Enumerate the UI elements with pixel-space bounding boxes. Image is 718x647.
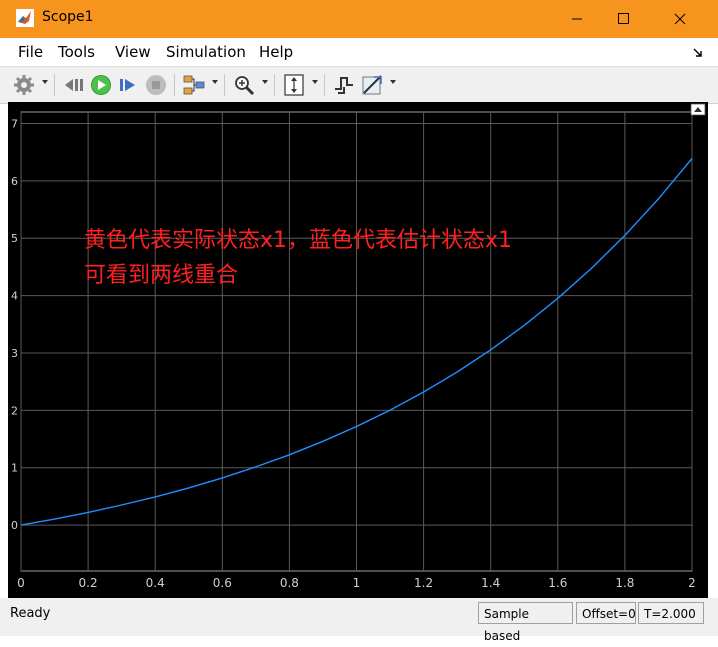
window-title: Scope1 xyxy=(42,9,94,25)
scale-dropdown-arrow[interactable] xyxy=(312,80,318,84)
scope-chart[interactable]: 0 1 2 3 4 5 6 7 0 0.2 0.4 0.6 0.8 1 1.2 1.4 1.6 1.8 2 黄色代… xyxy=(8,102,708,598)
x-tick-label: 0.6 xyxy=(213,576,232,590)
scale-axes-icon[interactable] xyxy=(282,73,306,97)
x-tick-label: 0.2 xyxy=(79,576,98,590)
status-ready: Ready xyxy=(10,606,51,621)
x-tick-label: 1.2 xyxy=(414,576,433,590)
x-tick-label: 1 xyxy=(353,576,361,590)
y-tick-label: 4 xyxy=(11,290,18,303)
trigger-icon[interactable] xyxy=(332,73,356,97)
y-tick-label: 0 xyxy=(11,519,18,532)
menu-help[interactable]: Help xyxy=(259,43,293,61)
stop-icon[interactable] xyxy=(144,73,168,97)
maximize-button[interactable] xyxy=(600,0,646,38)
y-tick-label: 2 xyxy=(11,404,18,417)
toolbar-separator xyxy=(54,74,55,96)
plot-area[interactable]: 0 1 2 3 4 5 6 7 0 0.2 0.4 0.6 0.8 1 1.2 1.4 1.6 1.8 2 黄色代… xyxy=(8,102,708,598)
x-tick-label: 1.4 xyxy=(481,576,500,590)
status-bar: Ready Sample based Offset=0 T=2.000 xyxy=(0,598,718,643)
step-forward-icon[interactable] xyxy=(116,73,140,97)
step-back-icon[interactable] xyxy=(62,73,86,97)
matlab-logo-icon xyxy=(16,9,34,27)
minimize-icon xyxy=(572,18,582,20)
x-tick-label: 1.8 xyxy=(615,576,634,590)
y-tick-label: 7 xyxy=(11,117,18,130)
annotation-line-2: 可看到两线重合 xyxy=(84,263,238,288)
x-tick-label: 0.4 xyxy=(146,576,165,590)
x-tick-label: 0 xyxy=(17,576,25,590)
y-tick-label: 5 xyxy=(11,232,18,245)
menu-tools[interactable]: Tools xyxy=(58,43,95,61)
measurements-icon[interactable] xyxy=(360,73,384,97)
y-axis-ticks: 0 1 2 3 4 5 6 7 xyxy=(11,117,18,532)
x-tick-label: 0.8 xyxy=(280,576,299,590)
status-mode: Sample based xyxy=(478,602,573,643)
y-tick-label: 3 xyxy=(11,347,18,360)
y-tick-label: 6 xyxy=(11,175,18,188)
zoom-dropdown-arrow[interactable] xyxy=(262,80,268,84)
signal-dropdown-arrow[interactable] xyxy=(212,80,218,84)
y-tick-label: 1 xyxy=(11,462,18,475)
zoom-icon[interactable] xyxy=(232,73,256,97)
status-time: T=2.000 xyxy=(638,602,704,624)
gear-icon[interactable] xyxy=(12,73,36,97)
maximize-icon xyxy=(618,13,629,24)
run-icon[interactable] xyxy=(89,73,113,97)
measurements-dropdown-arrow[interactable] xyxy=(390,80,396,84)
menu-simulation[interactable]: Simulation xyxy=(166,43,246,61)
axes-maximize-button[interactable] xyxy=(690,103,706,116)
menu-view[interactable]: View xyxy=(115,43,151,61)
menu-file[interactable]: File xyxy=(18,43,43,61)
x-axis-ticks: 0 0.2 0.4 0.6 0.8 1 1.2 1.4 1.6 1.8 2 xyxy=(17,576,696,590)
signal-selector-icon[interactable] xyxy=(182,73,206,97)
close-button[interactable] xyxy=(656,0,702,38)
status-offset: Offset=0 xyxy=(576,602,636,624)
undock-icon[interactable] xyxy=(692,46,704,58)
toolbar-separator xyxy=(224,74,225,96)
minimize-button[interactable] xyxy=(554,0,600,38)
toolbar-separator xyxy=(174,74,175,96)
title-bar[interactable]: Scope1 xyxy=(0,0,718,38)
annotation-line-1: 黄色代表实际状态x1，蓝色代表估计状态x1 xyxy=(84,228,512,253)
x-tick-label: 2 xyxy=(688,576,696,590)
scope-window: Scope1 File Tools View Simulation Help 0… xyxy=(0,0,718,643)
settings-dropdown-arrow[interactable] xyxy=(42,80,48,84)
menu-bar: File Tools View Simulation Help xyxy=(0,38,718,66)
x-tick-label: 1.6 xyxy=(548,576,567,590)
toolbar-separator xyxy=(324,74,325,96)
close-icon xyxy=(674,13,686,25)
toolbar xyxy=(0,66,718,104)
toolbar-separator xyxy=(274,74,275,96)
